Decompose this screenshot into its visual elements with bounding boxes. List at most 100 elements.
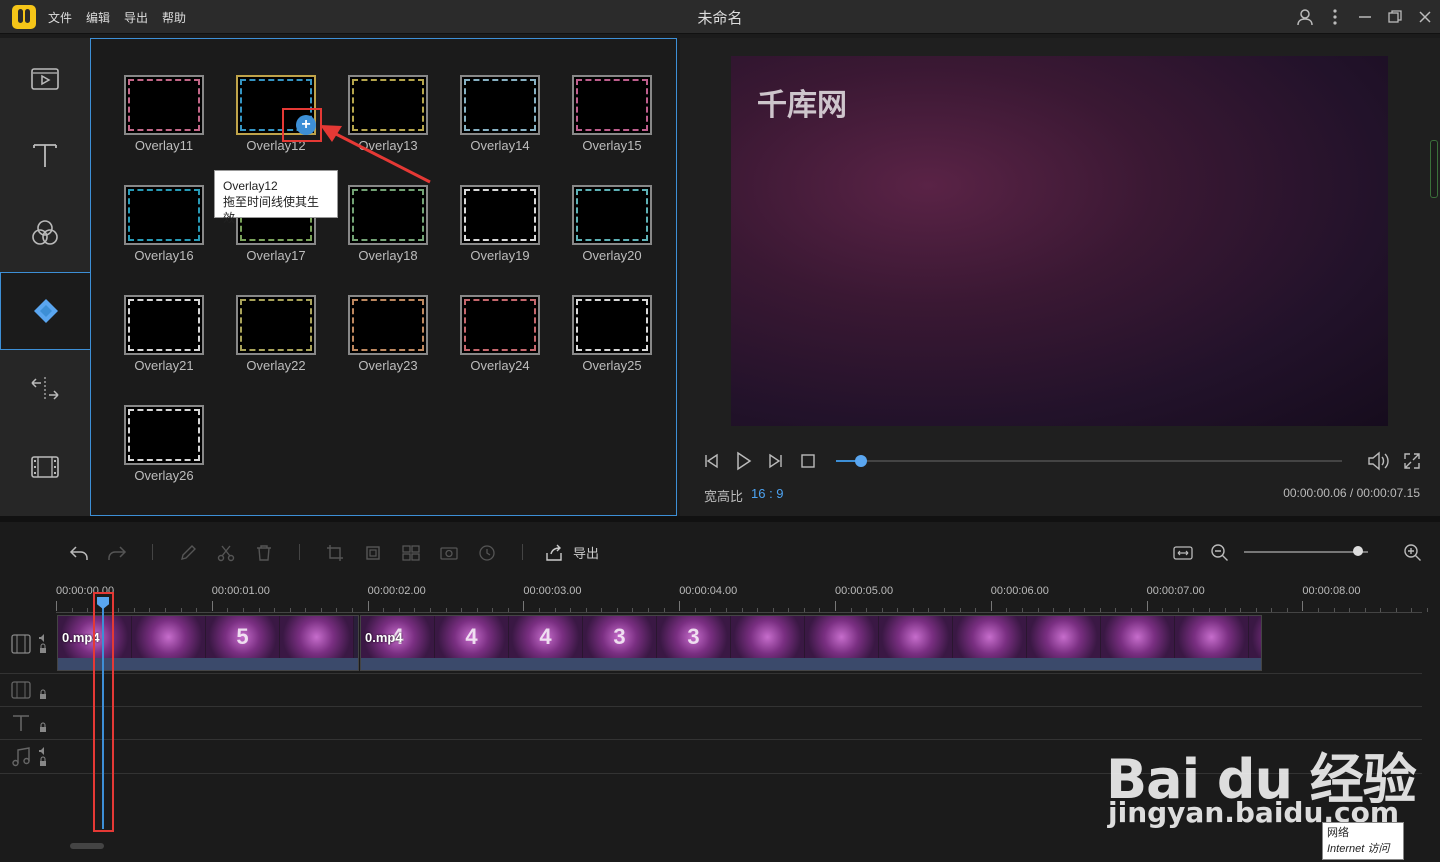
- mute-icon[interactable]: [38, 745, 48, 769]
- overlay-item[interactable]: Overlay25: [562, 295, 662, 385]
- ruler-minor-tick: [289, 608, 291, 612]
- playback-progress[interactable]: [836, 455, 1342, 467]
- ruler-minor-tick: [648, 608, 650, 612]
- overlay-label: Overlay22: [246, 358, 306, 373]
- overlay-item[interactable]: Overlay21: [114, 295, 214, 385]
- overlay-thumbnail[interactable]: [348, 185, 428, 245]
- tooltip-hint: 拖至时间线使其生效: [223, 195, 320, 225]
- clip-frame-number: 3: [613, 624, 626, 649]
- duration-button[interactable]: [476, 542, 498, 564]
- rail-film[interactable]: [0, 428, 90, 506]
- playback-knob[interactable]: [855, 455, 867, 467]
- stop-button[interactable]: [796, 448, 820, 474]
- minimize-button[interactable]: [1350, 0, 1380, 34]
- ruler-minor-tick: [944, 608, 946, 612]
- ruler-minor-tick: [803, 608, 805, 612]
- restore-button[interactable]: [1380, 0, 1410, 34]
- ruler-tick-label: 00:00:08.00: [1302, 585, 1361, 611]
- overlay-frame-decoration: [128, 189, 200, 241]
- overlay-item[interactable]: Overlay19: [450, 185, 550, 275]
- overlay-item[interactable]: Overlay15: [562, 75, 662, 165]
- overlay-label: Overlay19: [470, 248, 530, 263]
- overlay-thumbnail[interactable]: [124, 405, 204, 465]
- overlay-thumbnail[interactable]: [124, 75, 204, 135]
- overlay-item[interactable]: Overlay11: [114, 75, 214, 165]
- overlay-item[interactable]: Overlay16: [114, 185, 214, 275]
- clip-frame: [1249, 616, 1261, 658]
- zoom-crop-button[interactable]: [362, 542, 384, 564]
- overlay-item[interactable]: Overlay24: [450, 295, 550, 385]
- clip-audio-bar: [361, 658, 1261, 670]
- rail-transition[interactable]: [0, 350, 90, 428]
- lock-icon[interactable]: [38, 678, 48, 702]
- zoom-slider[interactable]: [1244, 551, 1368, 553]
- account-button[interactable]: [1290, 0, 1320, 34]
- ruler-minor-tick: [632, 608, 634, 612]
- overlay-item[interactable]: Overlay18: [338, 185, 438, 275]
- volume-icon: [1368, 451, 1389, 471]
- side-handle[interactable]: [1430, 140, 1438, 198]
- overlay-thumbnail[interactable]: [572, 75, 652, 135]
- overlay-item[interactable]: Overlay20: [562, 185, 662, 275]
- app-logo: [12, 5, 36, 29]
- zoom-slider-knob[interactable]: [1353, 546, 1364, 556]
- overlay-thumbnail[interactable]: [460, 75, 540, 135]
- play-button[interactable]: [731, 448, 755, 474]
- rail-text[interactable]: [0, 116, 90, 194]
- overlay-label: Overlay26: [134, 468, 194, 483]
- ruler-minor-tick: [1131, 608, 1133, 612]
- overlay-thumbnail[interactable]: [124, 185, 204, 245]
- volume-button[interactable]: [1366, 448, 1390, 474]
- crop-button[interactable]: [324, 542, 346, 564]
- zoom-out-icon: [1211, 544, 1228, 561]
- overlay-item[interactable]: Overlay14: [450, 75, 550, 165]
- redo-button[interactable]: [106, 542, 128, 564]
- timeline-hscroll[interactable]: [70, 843, 104, 849]
- cut-button[interactable]: [215, 542, 237, 564]
- rail-filter[interactable]: [0, 194, 90, 272]
- more-button[interactable]: [1320, 0, 1350, 34]
- overlay-item[interactable]: Overlay26: [114, 405, 214, 495]
- rail-media[interactable]: [0, 40, 90, 118]
- overlay-thumbnail[interactable]: [572, 295, 652, 355]
- edit-button[interactable]: [177, 542, 199, 564]
- mosaic-icon: [402, 545, 420, 561]
- ruler-minor-tick: [772, 608, 774, 612]
- clip-frame: [280, 616, 354, 658]
- ruler-tick-label: 00:00:03.00: [523, 585, 582, 611]
- menu-help[interactable]: 帮助: [162, 9, 186, 26]
- menu-export[interactable]: 导出: [124, 9, 148, 26]
- zoom-out-button[interactable]: [1209, 542, 1231, 564]
- delete-button[interactable]: [253, 542, 275, 564]
- timeline-clip[interactable]: 4 4 4 3 3 0.mp4: [360, 615, 1262, 671]
- close-button[interactable]: [1410, 0, 1440, 34]
- overlay-thumbnail[interactable]: [348, 295, 428, 355]
- ruler-minor-tick: [1271, 608, 1273, 612]
- fullscreen-button[interactable]: [1400, 448, 1424, 474]
- overlay-item[interactable]: Overlay22: [226, 295, 326, 385]
- overlay-thumbnail[interactable]: [460, 185, 540, 245]
- menu-edit[interactable]: 编辑: [86, 9, 110, 26]
- export-button-icon[interactable]: [543, 542, 565, 564]
- overlay-label: Overlay20: [582, 248, 642, 263]
- undo-button[interactable]: [68, 542, 90, 564]
- time-ruler[interactable]: 00:00:00.00 00:00:01.00 00:00:02.00 00:00:0…: [56, 585, 1429, 613]
- rail-overlay[interactable]: [0, 272, 90, 350]
- prev-frame-button[interactable]: [700, 448, 724, 474]
- aspect-ratio-value[interactable]: 16 : 9: [751, 486, 784, 501]
- overlay-thumbnail[interactable]: [572, 185, 652, 245]
- lock-icon[interactable]: [38, 711, 48, 735]
- next-frame-button[interactable]: [763, 448, 787, 474]
- mute-icon[interactable]: [38, 632, 48, 656]
- overlay-item[interactable]: Overlay23: [338, 295, 438, 385]
- overlay-thumbnail[interactable]: [236, 295, 316, 355]
- mosaic-button[interactable]: [400, 542, 422, 564]
- fit-button[interactable]: [1172, 542, 1194, 564]
- export-button[interactable]: 导出: [573, 543, 599, 562]
- zoom-in-button[interactable]: [1402, 542, 1424, 564]
- pip-track-row: [0, 674, 1422, 707]
- snapshot-button[interactable]: [438, 542, 460, 564]
- overlay-thumbnail[interactable]: [124, 295, 204, 355]
- overlay-thumbnail[interactable]: [460, 295, 540, 355]
- menu-file[interactable]: 文件: [48, 9, 72, 26]
